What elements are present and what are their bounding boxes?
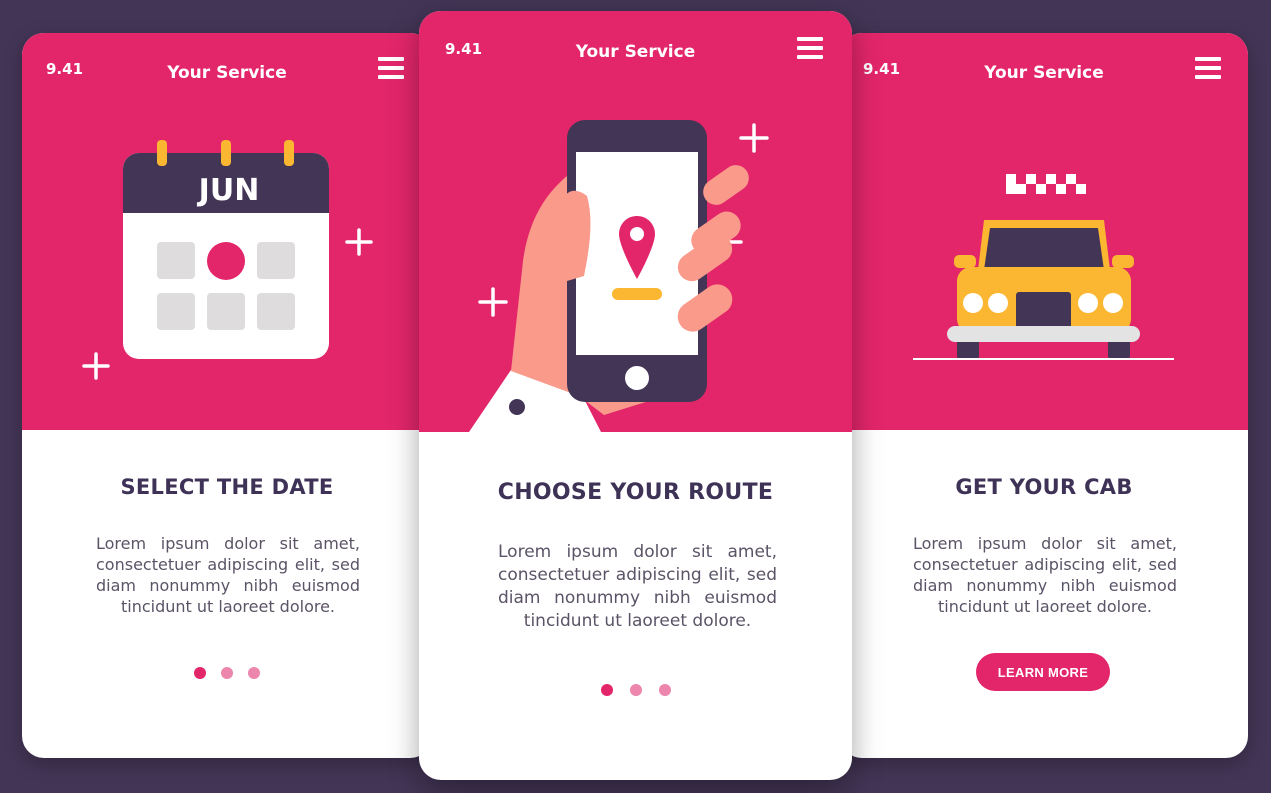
onboarding-screen-choose-route: 9.41 Your Service CHOOSE YOUR ROUTE Lore <box>419 11 852 780</box>
taxi-sign-icon <box>1006 174 1086 194</box>
screen-header-area: 9.41 Your Service JUN <box>22 33 432 430</box>
screen-heading: CHOOSE YOUR ROUTE <box>497 480 774 505</box>
calendar-icon: JUN <box>82 140 373 380</box>
taxi-car-icon <box>913 174 1174 360</box>
calendar-month-label: JUN <box>197 173 260 208</box>
learn-more-button[interactable]: LEARN MORE <box>976 653 1110 691</box>
hand-holding-phone-location-icon <box>469 120 769 432</box>
pagination-dot-3[interactable] <box>658 684 671 696</box>
screen-heading: SELECT THE DATE <box>120 475 334 499</box>
pagination-dot-1[interactable] <box>600 684 613 696</box>
screen-heading: GET YOUR CAB <box>955 475 1133 499</box>
pagination-dot-1[interactable] <box>194 667 206 679</box>
onboarding-screen-get-cab: 9.41 Your Service GET YOUR CAB Lorem ips… <box>840 33 1248 758</box>
pagination-dot-2[interactable] <box>629 684 642 696</box>
pagination-dot-3[interactable] <box>248 667 260 679</box>
screen-description: Lorem ipsum dolor sit amet, consectetuer… <box>913 534 1177 616</box>
pagination-dots <box>419 684 852 696</box>
pagination-dot-2[interactable] <box>221 667 233 679</box>
screen-description: Lorem ipsum dolor sit amet, consectetuer… <box>96 534 360 616</box>
screen-description: Lorem ipsum dolor sit amet, consectetuer… <box>498 542 777 631</box>
pagination-dots <box>22 667 432 679</box>
screen-header-area: 9.41 Your Service <box>840 33 1248 430</box>
onboarding-screen-select-date: 9.41 Your Service JUN SELECT THE DATE Lo… <box>22 33 432 758</box>
